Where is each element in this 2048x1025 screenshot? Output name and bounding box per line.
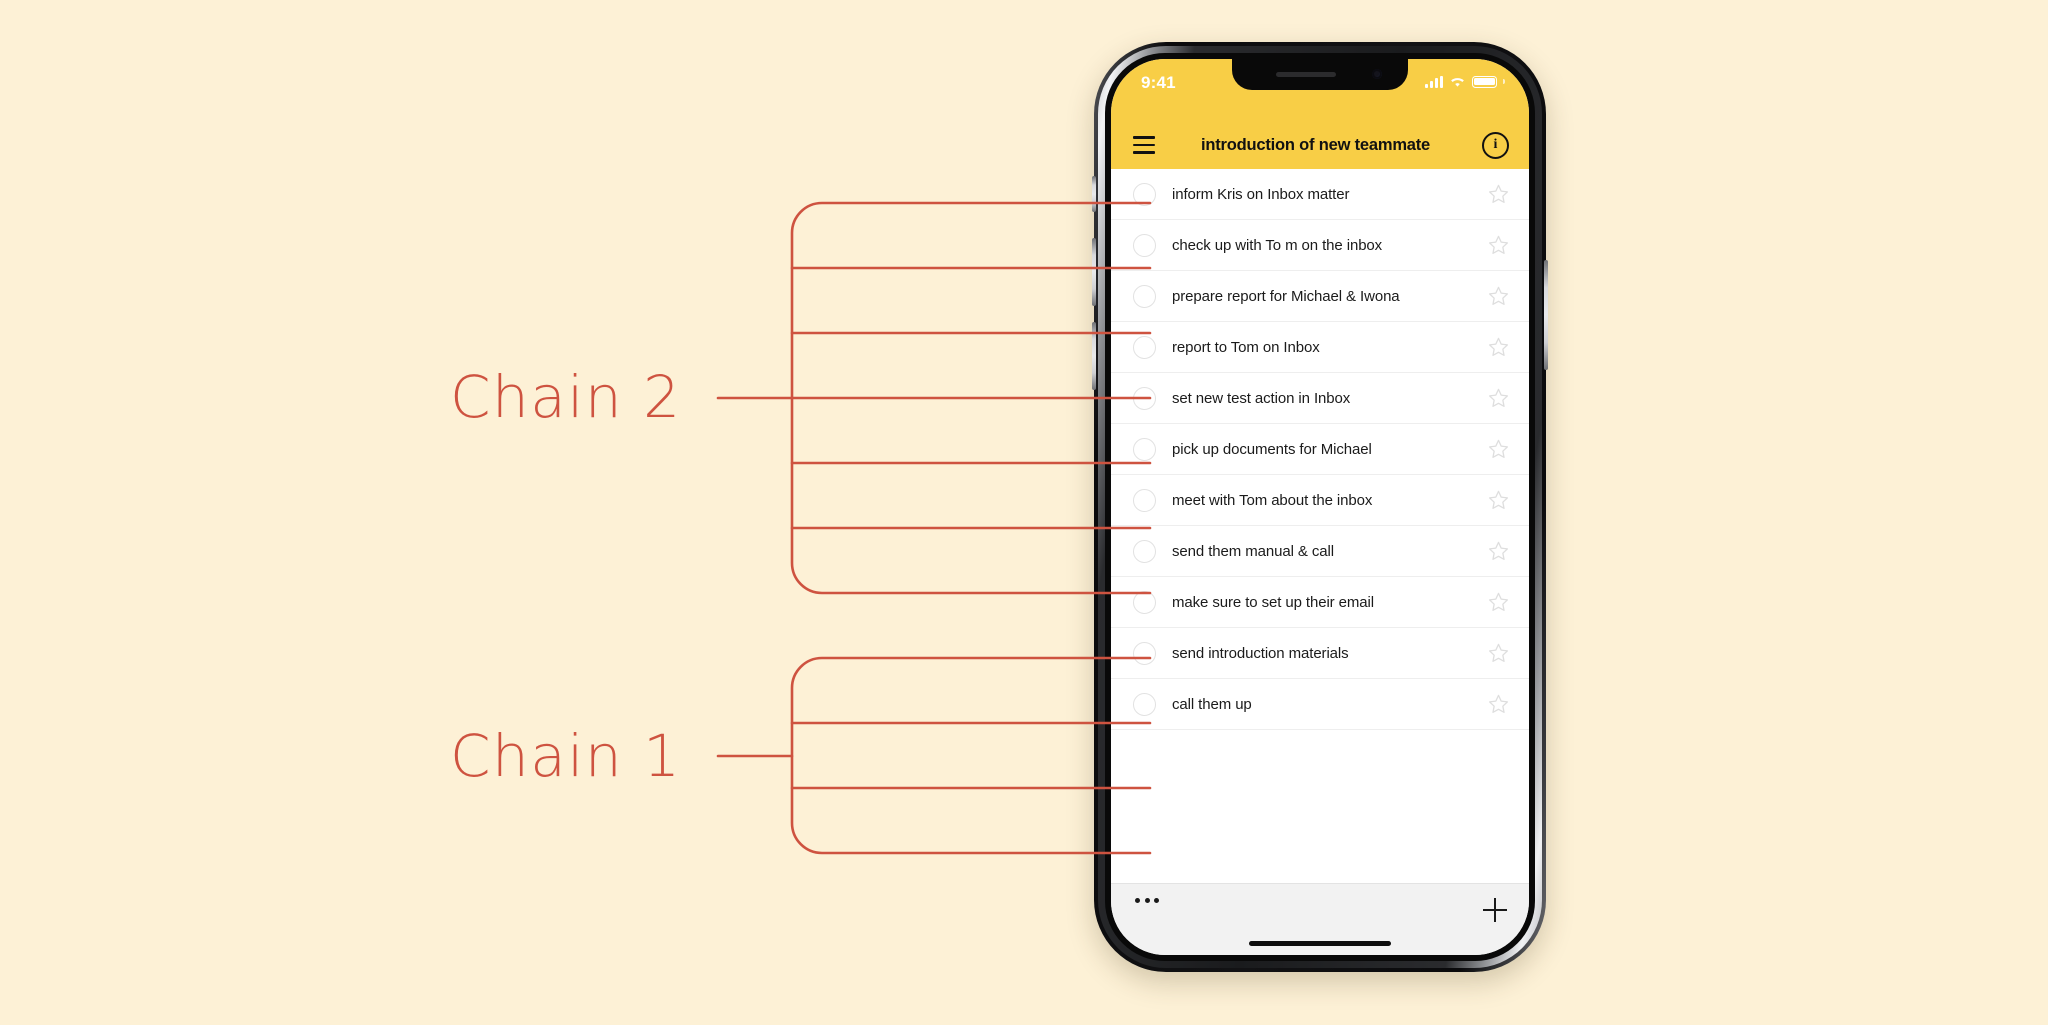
task-row[interactable]: prepare report for Michael & Iwona xyxy=(1111,271,1529,322)
volume-up-button[interactable] xyxy=(1092,238,1096,306)
chain-1-label: Chain 1 xyxy=(450,722,682,790)
phone-screen: 9:41 introduction of new teammate i info… xyxy=(1111,59,1529,955)
task-label: call them up xyxy=(1172,695,1252,713)
task-label: meet with Tom about the inbox xyxy=(1172,491,1373,509)
home-indicator[interactable] xyxy=(1249,941,1391,946)
task-label: inform Kris on Inbox matter xyxy=(1172,185,1350,203)
task-star-button[interactable] xyxy=(1488,388,1509,408)
star-icon[interactable] xyxy=(1488,694,1509,714)
star-icon[interactable] xyxy=(1488,286,1509,306)
task-row[interactable]: pick up documents for Michael xyxy=(1111,424,1529,475)
star-icon[interactable] xyxy=(1488,439,1509,459)
status-bar-indicators xyxy=(1425,75,1505,88)
task-label: send them manual & call xyxy=(1172,542,1334,560)
bottom-toolbar xyxy=(1111,883,1529,955)
task-star-button[interactable] xyxy=(1488,184,1509,204)
task-label: send introduction materials xyxy=(1172,644,1349,662)
star-icon[interactable] xyxy=(1488,643,1509,663)
task-label: make sure to set up their email xyxy=(1172,593,1374,611)
task-checkbox[interactable] xyxy=(1133,539,1156,563)
task-row[interactable]: send introduction materials xyxy=(1111,628,1529,679)
task-star-button[interactable] xyxy=(1488,643,1509,663)
screenshot-canvas: 9:41 introduction of new teammate i info… xyxy=(0,0,2048,1025)
task-checkbox[interactable] xyxy=(1133,692,1156,716)
star-icon[interactable] xyxy=(1488,337,1509,357)
task-label: check up with To m on the inbox xyxy=(1172,236,1383,254)
plus-icon[interactable] xyxy=(1483,898,1507,922)
iphone-mockup: 9:41 introduction of new teammate i info… xyxy=(1092,42,1548,972)
star-icon[interactable] xyxy=(1488,490,1509,510)
battery-full-icon xyxy=(1472,75,1497,88)
task-star-button[interactable] xyxy=(1488,235,1509,255)
task-star-button[interactable] xyxy=(1488,286,1509,306)
task-checkbox[interactable] xyxy=(1133,641,1156,665)
task-checkbox[interactable] xyxy=(1133,488,1156,512)
earpiece-speaker-icon xyxy=(1276,72,1336,77)
task-row[interactable]: send them manual & call xyxy=(1111,526,1529,577)
task-row[interactable]: inform Kris on Inbox matter xyxy=(1111,169,1529,220)
front-camera-icon xyxy=(1372,69,1382,79)
app-header: introduction of new teammate i xyxy=(1111,121,1529,169)
cellular-signal-icon xyxy=(1425,75,1443,88)
task-star-button[interactable] xyxy=(1488,592,1509,612)
chain-1-bracket xyxy=(716,656,1152,855)
status-bar-time: 9:41 xyxy=(1141,73,1176,92)
task-checkbox[interactable] xyxy=(1133,182,1156,206)
task-star-button[interactable] xyxy=(1488,541,1509,561)
ellipsis-icon[interactable] xyxy=(1135,898,1159,903)
star-icon[interactable] xyxy=(1488,235,1509,255)
task-label: set new test action in Inbox xyxy=(1172,389,1351,407)
task-row[interactable]: set new test action in Inbox xyxy=(1111,373,1529,424)
task-star-button[interactable] xyxy=(1488,490,1509,510)
task-label: pick up documents for Michael xyxy=(1172,440,1372,458)
battery-tip-icon xyxy=(1503,79,1505,84)
task-checkbox[interactable] xyxy=(1133,284,1156,308)
star-icon[interactable] xyxy=(1488,184,1509,204)
star-icon[interactable] xyxy=(1488,592,1509,612)
star-icon[interactable] xyxy=(1488,388,1509,408)
info-circle-icon[interactable]: i xyxy=(1482,131,1509,159)
task-checkbox[interactable] xyxy=(1133,437,1156,461)
task-star-button[interactable] xyxy=(1488,439,1509,459)
task-label: prepare report for Michael & Iwona xyxy=(1172,287,1400,305)
wifi-icon xyxy=(1451,78,1464,87)
task-checkbox[interactable] xyxy=(1133,335,1156,359)
mute-switch-button[interactable] xyxy=(1092,176,1096,212)
chain-annotation-overlay xyxy=(716,201,1152,855)
chain-2-label: Chain 2 xyxy=(450,363,682,431)
task-row[interactable]: check up with To m on the inbox xyxy=(1111,220,1529,271)
notch xyxy=(1232,59,1408,90)
task-row[interactable]: report to Tom on Inbox xyxy=(1111,322,1529,373)
task-row[interactable]: call them up xyxy=(1111,679,1529,730)
star-icon[interactable] xyxy=(1488,541,1509,561)
chain-2-bracket xyxy=(716,201,1152,595)
task-row[interactable]: make sure to set up their email xyxy=(1111,577,1529,628)
task-row[interactable]: meet with Tom about the inbox xyxy=(1111,475,1529,526)
task-checkbox[interactable] xyxy=(1133,386,1156,410)
volume-down-button[interactable] xyxy=(1092,322,1096,390)
task-star-button[interactable] xyxy=(1488,694,1509,714)
task-star-button[interactable] xyxy=(1488,337,1509,357)
page-title: introduction of new teammate xyxy=(1200,135,1431,154)
task-checkbox[interactable] xyxy=(1133,233,1156,257)
task-list[interactable]: inform Kris on Inbox matter check up with… xyxy=(1111,169,1529,883)
power-button[interactable] xyxy=(1544,260,1548,370)
task-label: report to Tom on Inbox xyxy=(1172,338,1320,356)
task-checkbox[interactable] xyxy=(1133,590,1156,614)
